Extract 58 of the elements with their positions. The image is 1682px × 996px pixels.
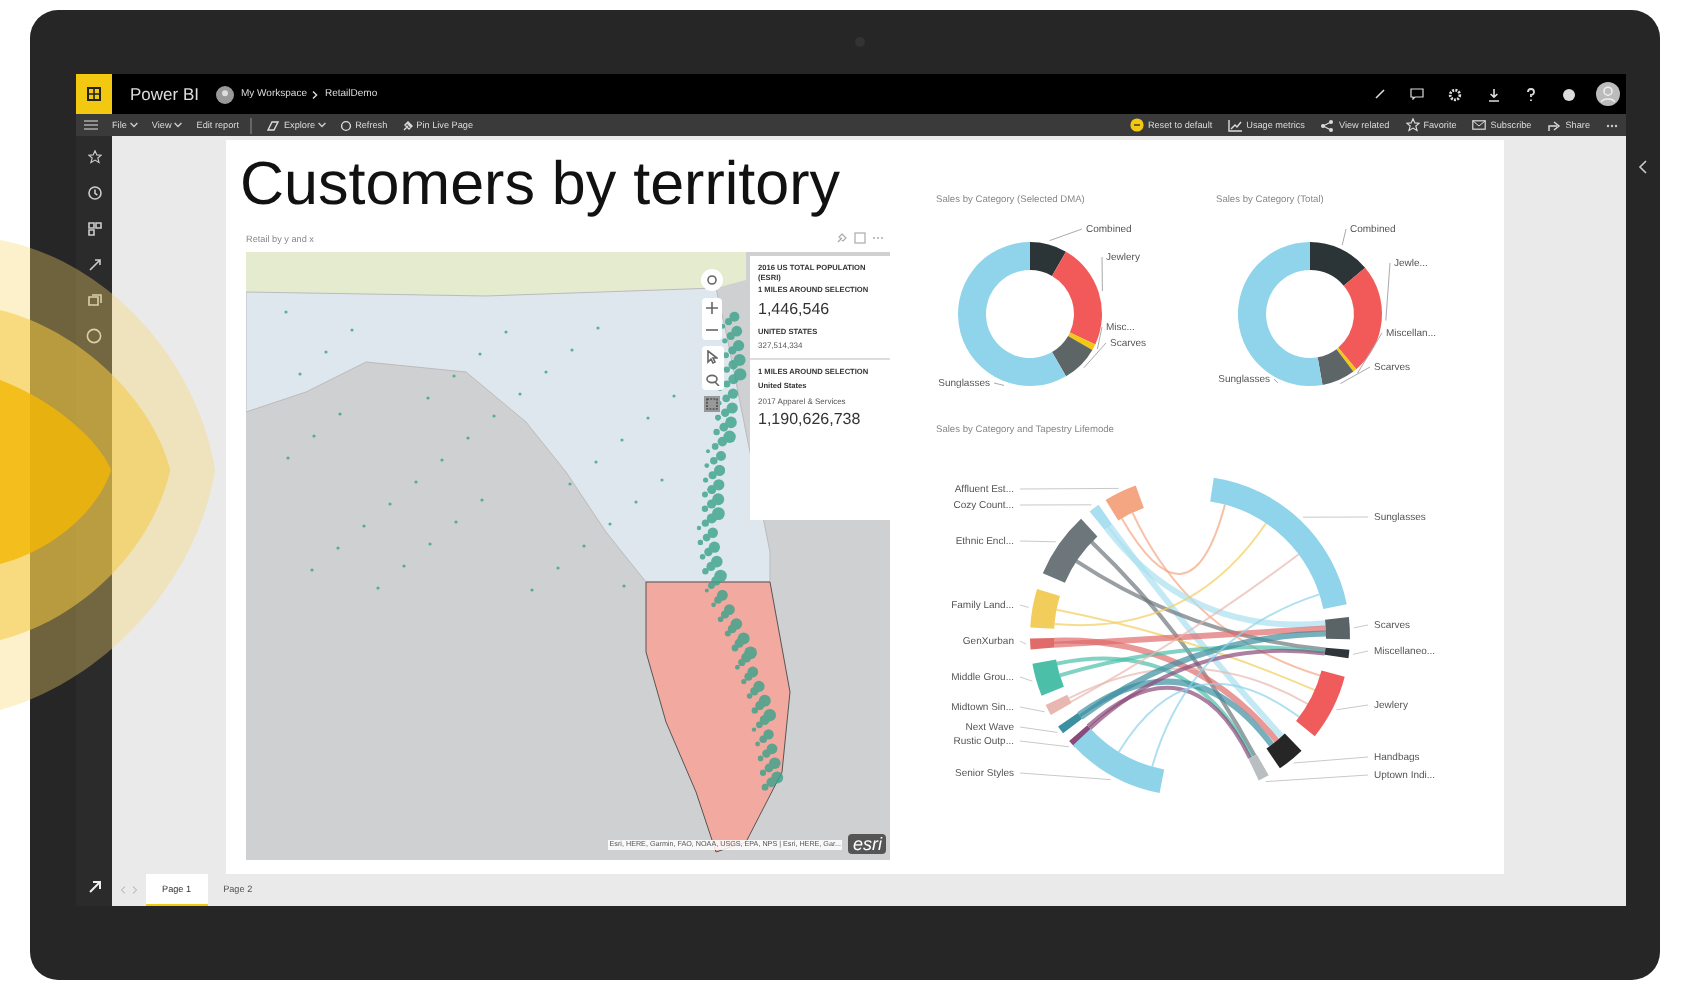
leader-line [1019, 504, 1092, 506]
menu-icon[interactable] [84, 120, 98, 130]
leader-line [1019, 540, 1057, 543]
leader-line [1265, 774, 1369, 782]
info-value: 1,190,626,738 [758, 409, 863, 428]
leader-line [1293, 756, 1369, 764]
leader-line [1019, 726, 1058, 733]
map-logo: esri [848, 834, 886, 854]
leader-line [1049, 228, 1083, 242]
leader-line [1101, 256, 1103, 292]
pin-icon [401, 119, 414, 131]
mail-icon [1472, 120, 1487, 130]
leader-line [1019, 676, 1033, 682]
workspace-avatar-icon [215, 85, 233, 103]
star-icon[interactable] [87, 150, 101, 164]
circle-icon[interactable] [86, 328, 102, 344]
app-title: Power BI [130, 84, 199, 104]
leader-line [1336, 704, 1369, 711]
leader-line [1019, 640, 1027, 645]
info-value: 1,446,546 [758, 299, 832, 318]
caret-icon [174, 122, 183, 128]
pointer-icon[interactable] [706, 350, 718, 364]
leader-line [1385, 262, 1391, 322]
app-grid-icon[interactable] [86, 86, 102, 102]
zoom-in-icon[interactable] [706, 302, 718, 314]
collapse-pane-icon[interactable] [1638, 160, 1648, 174]
leader-line [1019, 706, 1045, 713]
leader-line [1019, 772, 1111, 780]
locate-icon[interactable] [700, 268, 724, 292]
share-icon [1547, 119, 1562, 131]
leader-line [1352, 650, 1369, 655]
download-icon[interactable] [1487, 87, 1499, 101]
leader-line [993, 382, 1005, 386]
expand-icon[interactable] [1373, 88, 1385, 100]
workspaces-icon[interactable] [87, 294, 101, 306]
leader-line [1302, 516, 1369, 518]
expand-arrow-icon[interactable] [87, 880, 101, 894]
caret-icon [129, 122, 138, 128]
leader-line [1019, 740, 1070, 748]
help-icon[interactable] [1526, 87, 1536, 101]
leader-line [1341, 228, 1347, 246]
refresh-icon [340, 119, 353, 131]
star-icon [1405, 118, 1420, 132]
shared-icon[interactable] [87, 258, 101, 272]
leader-line [1019, 604, 1029, 608]
comment-icon[interactable] [1410, 88, 1424, 100]
user-avatar-icon[interactable] [1595, 82, 1619, 106]
report-title: Customers by territory [240, 148, 842, 220]
line-chart-icon [1228, 119, 1243, 131]
caret-icon [318, 122, 327, 128]
clock-icon[interactable] [87, 186, 101, 200]
leader-line [1019, 488, 1119, 490]
leader-line [1353, 624, 1369, 629]
share-nodes-icon [1320, 119, 1335, 131]
settings-icon[interactable] [1448, 87, 1462, 101]
zoom-out-icon[interactable] [706, 324, 718, 336]
chevron-icon [310, 89, 321, 99]
apps-icon[interactable] [87, 222, 101, 236]
